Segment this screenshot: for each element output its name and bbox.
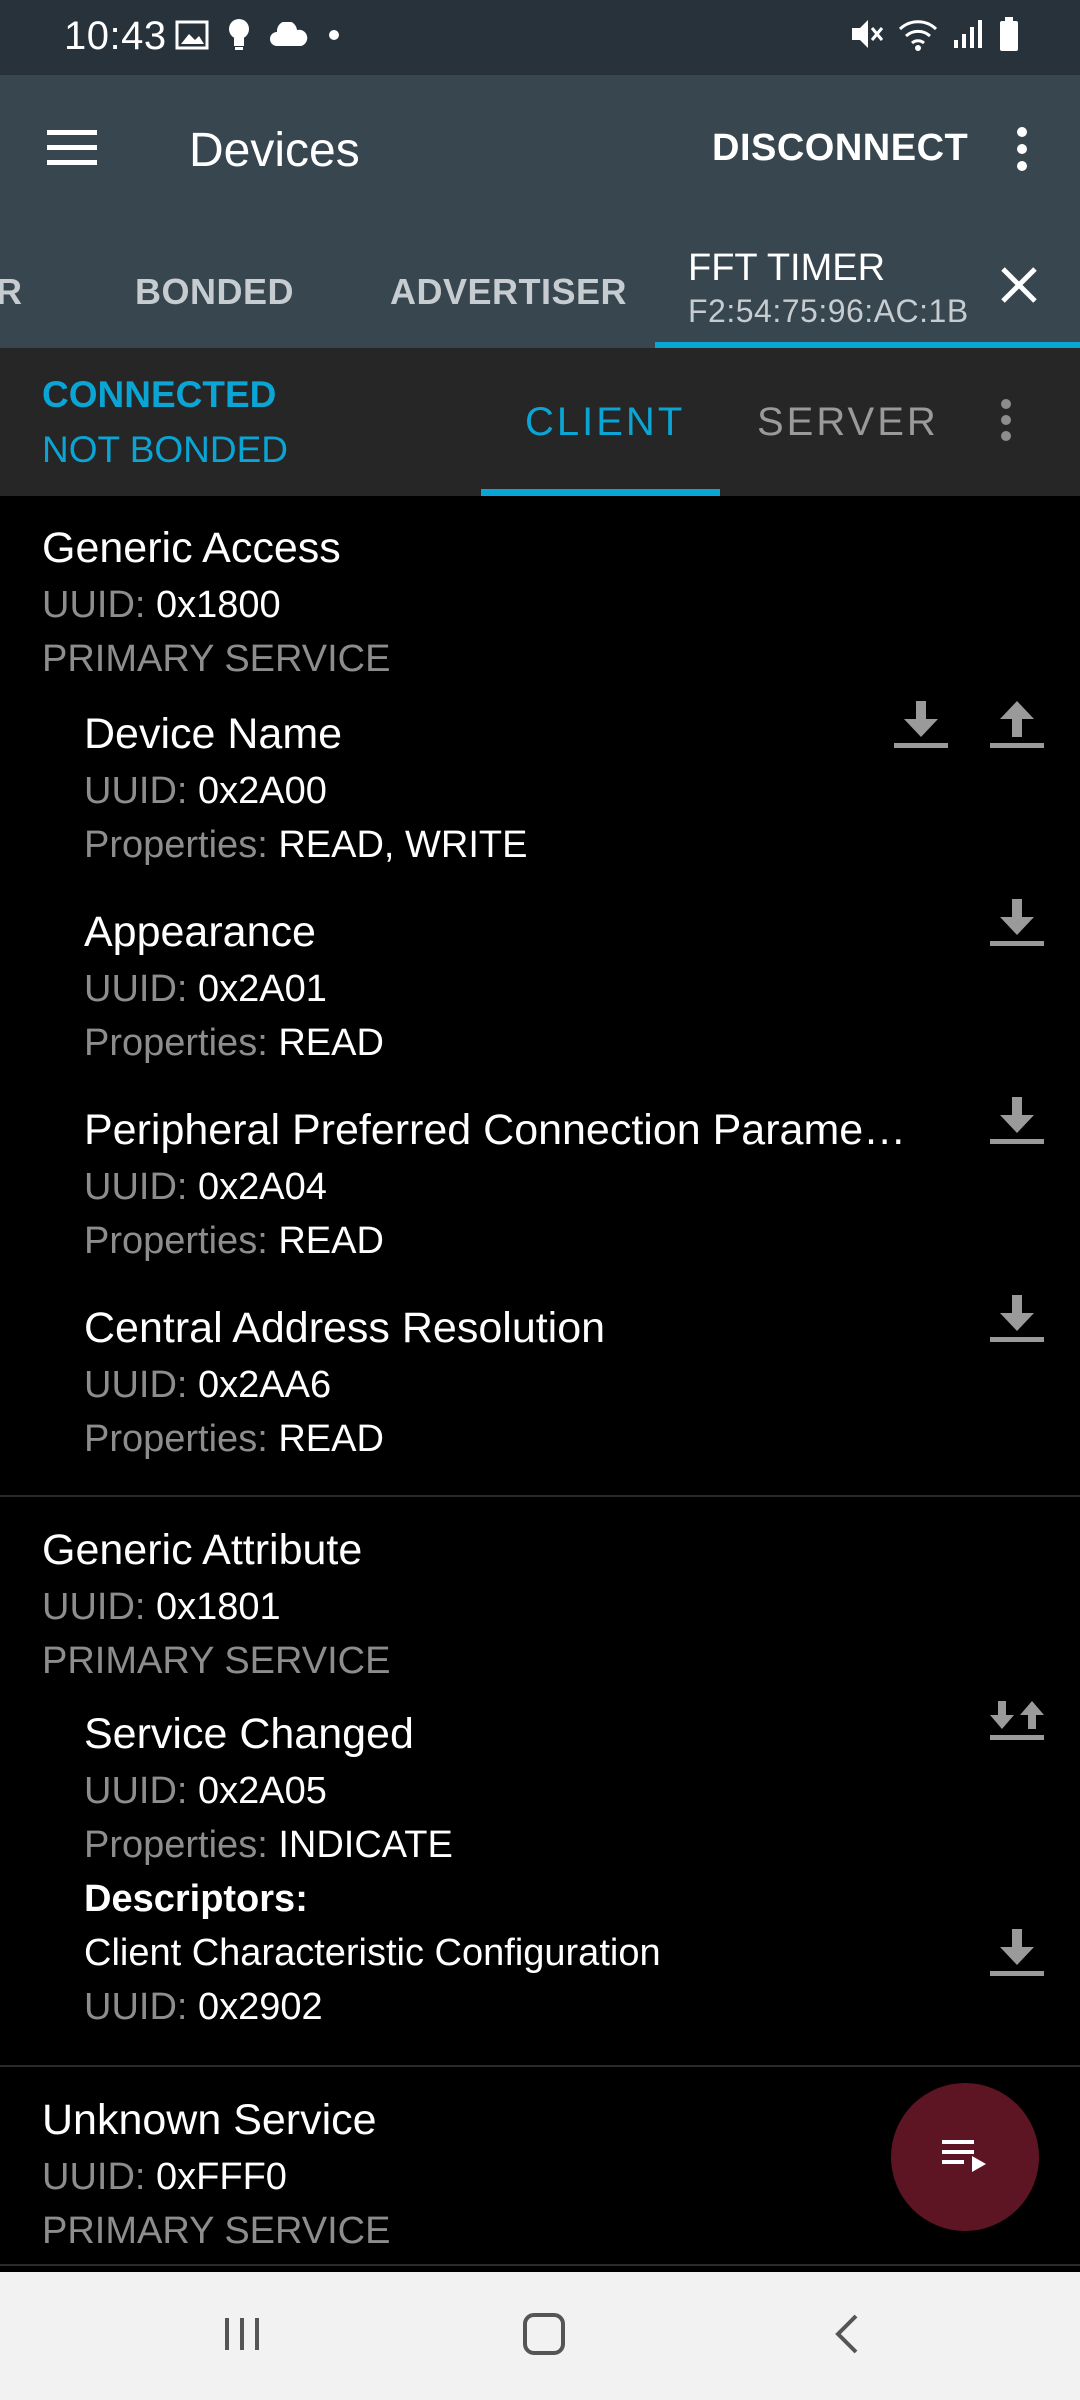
disconnect-button[interactable]: DISCONNECT [712,127,968,170]
system-nav-bar [0,2272,1080,2400]
tab-partial[interactable]: R [0,271,23,313]
characteristic-properties: Properties: READ [84,1022,384,1064]
characteristic-uuid: UUID: 0x2A01 [84,968,327,1010]
signal-icon [952,18,984,55]
status-bar: 10:43 [0,0,1080,75]
enable-indications-button[interactable] [989,1698,1045,1754]
write-button[interactable] [989,698,1045,754]
characteristic-name: Peripheral Preferred Connection Parame… [84,1106,907,1154]
characteristic-name: Central Address Resolution [84,1304,606,1352]
log-fab-button[interactable] [891,2083,1039,2231]
connection-state: CONNECTED [42,374,277,415]
service-uuid: UUID: 0xFFF0 [42,2156,287,2198]
home-button[interactable] [512,2304,576,2368]
status-time: 10:43 [64,14,167,58]
read-descriptor-button[interactable] [989,1926,1045,1982]
page-title: Devices [189,124,360,177]
characteristic-properties: Properties: READ [84,1220,384,1262]
characteristic-properties: Properties: READ, WRITE [84,824,528,866]
descriptor-uuid: UUID: 0x2902 [84,1986,323,2028]
service-name: Generic Attribute [42,1526,363,1574]
status-right-icons [848,16,1020,57]
connection-bar: CONNECTED NOT BONDED CLIENT SERVER [0,348,1080,496]
app-overflow-menu-button[interactable] [1004,121,1040,181]
tab-server[interactable]: SERVER [757,400,939,445]
wifi-icon [898,17,938,56]
battery-icon [998,16,1020,57]
characteristic-name: Appearance [84,908,316,956]
bond-state: NOT BONDED [42,429,289,470]
recent-apps-button[interactable] [210,2304,274,2368]
read-button[interactable] [989,896,1045,952]
client-tab-indicator [481,489,720,496]
characteristic-properties: Properties: READ [84,1418,384,1460]
image-icon [175,20,209,55]
divider [0,2065,1080,2067]
device-tab-address: F2:54:75:96:AC:1B [688,293,969,329]
characteristic-properties: Properties: INDICATE [84,1824,453,1866]
menu-button[interactable] [40,117,104,181]
device-tabs: R BONDED ADVERTISER FFT TIMER F2:54:75:9… [0,225,1080,348]
more-vert-icon [1000,398,1012,447]
back-button[interactable] [815,2304,879,2368]
mute-icon [848,16,884,57]
tab-device-fft-timer[interactable]: FFT TIMER F2:54:75:96:AC:1B [655,247,1080,348]
indications-icon [990,1699,1044,1754]
service-uuid: UUID: 0x1801 [42,1586,281,1628]
service-type: PRIMARY SERVICE [42,638,391,680]
device-tab-name: FFT TIMER [688,247,886,289]
app-bar: Devices DISCONNECT [0,75,1080,225]
download-icon [990,897,1044,952]
descriptor-name: Client Characteristic Configuration [84,1932,661,1974]
service-name: Generic Access [42,524,341,572]
hamburger-menu-icon [47,128,97,171]
service-type: PRIMARY SERVICE [42,1640,391,1682]
read-button[interactable] [989,1094,1045,1150]
characteristic-uuid: UUID: 0x2AA6 [84,1364,332,1406]
read-button[interactable] [989,1292,1045,1348]
characteristic-name: Service Changed [84,1710,414,1758]
characteristic-uuid: UUID: 0x2A05 [84,1770,327,1812]
cloud-icon [269,20,309,53]
recents-icon [222,2314,262,2359]
log-list-icon [942,2136,988,2179]
service-name: Unknown Service [42,2096,377,2144]
characteristic-uuid: UUID: 0x2A04 [84,1166,327,1208]
dot-icon [327,28,341,47]
upload-icon [990,699,1044,754]
download-icon [990,1095,1044,1150]
bulb-icon [227,18,251,57]
home-icon [522,2312,566,2361]
close-device-tab-button[interactable] [995,261,1043,309]
more-vert-icon [1016,126,1028,177]
divider [0,2264,1080,2266]
tab-client[interactable]: CLIENT [525,400,685,445]
divider [0,1495,1080,1497]
tab-advertiser[interactable]: ADVERTISER [390,271,627,313]
download-icon [990,1293,1044,1348]
service-uuid: UUID: 0x1800 [42,584,281,626]
connection-overflow-menu-button[interactable] [994,392,1018,452]
back-icon [832,2312,862,2361]
download-icon [894,699,948,754]
read-button[interactable] [893,698,949,754]
characteristic-name: Device Name [84,710,343,758]
descriptors-heading: Descriptors: [84,1878,308,1920]
tab-bonded[interactable]: BONDED [135,271,294,313]
characteristic-uuid: UUID: 0x2A00 [84,770,327,812]
status-left-icons [175,18,341,57]
service-type: PRIMARY SERVICE [42,2210,391,2252]
download-icon [990,1927,1044,1982]
